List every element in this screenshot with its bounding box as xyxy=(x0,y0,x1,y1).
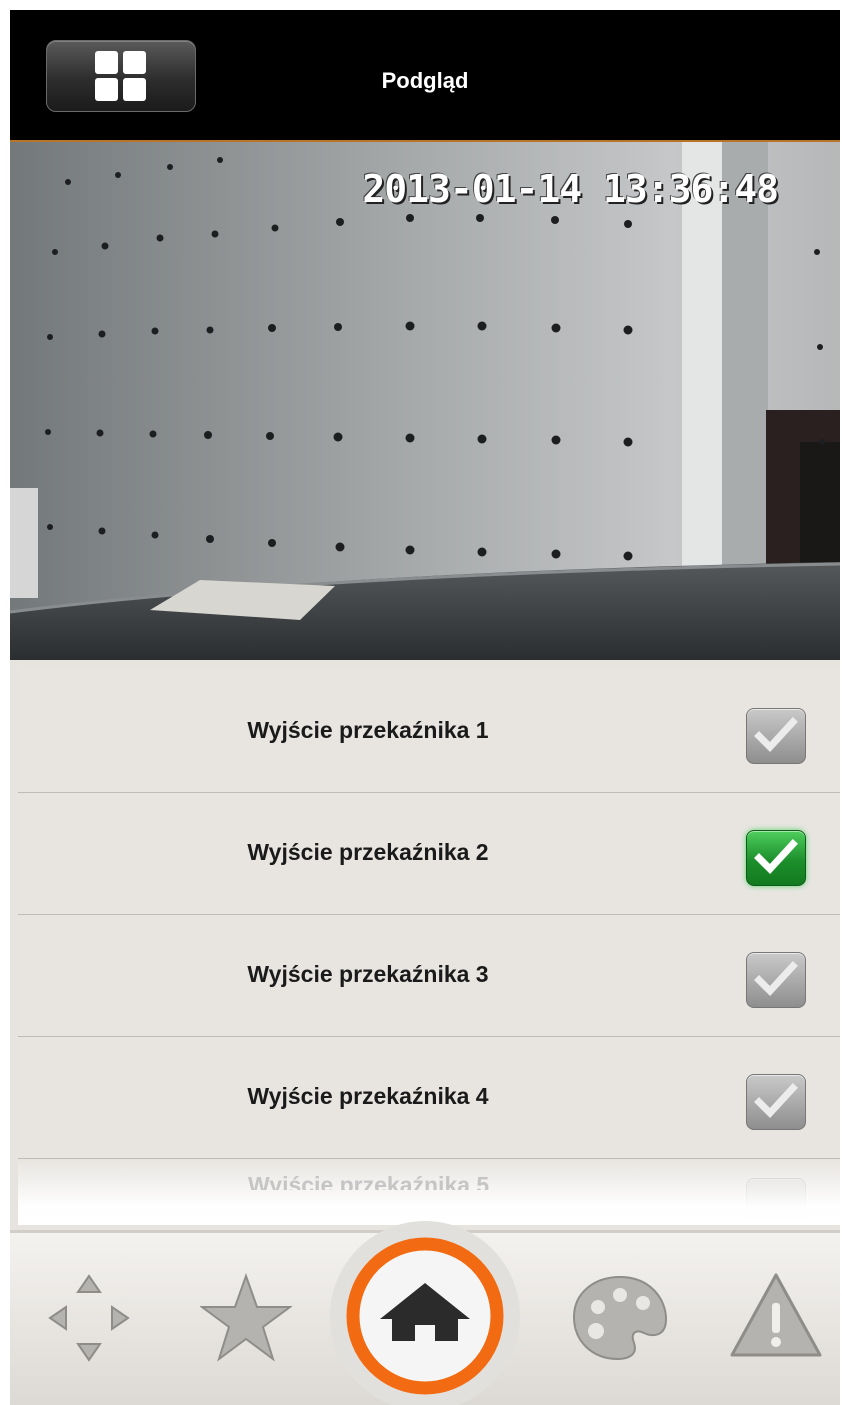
relay-label: Wyjście przekaźnika 5 xyxy=(248,1172,490,1190)
list-item[interactable]: Wyjście przekaźnika 4 xyxy=(18,1036,840,1159)
star-icon[interactable] xyxy=(200,1271,292,1363)
relay-label: Wyjście przekaźnika 3 xyxy=(247,961,489,987)
relay-label: Wyjście przekaźnika 1 xyxy=(247,717,489,743)
checkmark-icon xyxy=(754,961,798,997)
relay-list[interactable]: Wyjście przekaźnika 1 Wyjście przekaźnik… xyxy=(18,670,840,1225)
camera-timestamp: 2013-01-14 13:36:48 xyxy=(362,167,779,211)
checkmark-icon xyxy=(754,1083,798,1119)
relay-checkbox[interactable] xyxy=(746,1074,806,1130)
camera-preview[interactable]: 2013-01-14 13:36:48 xyxy=(10,140,840,660)
home-icon[interactable] xyxy=(340,1231,510,1401)
camera-image xyxy=(10,142,840,660)
page-title: Podgląd xyxy=(381,68,469,93)
checkmark-icon xyxy=(754,839,798,875)
checkmark-icon xyxy=(754,717,798,753)
relay-checkbox[interactable] xyxy=(746,708,806,764)
warning-icon[interactable] xyxy=(728,1269,824,1361)
relay-label: Wyjście przekaźnika 4 xyxy=(247,1083,489,1109)
header-bar: Podgląd xyxy=(10,10,840,140)
palette-icon[interactable] xyxy=(570,1271,670,1363)
relay-label: Wyjście przekaźnika 2 xyxy=(247,839,489,865)
app-screen: Podgląd 2013-01-14 13:36:48 Wyjście prze… xyxy=(10,10,840,1405)
relay-checkbox[interactable] xyxy=(746,830,806,886)
list-fade-overlay xyxy=(18,1160,840,1225)
list-item[interactable]: Wyjście przekaźnika 2 xyxy=(18,792,840,915)
bottom-nav-bar xyxy=(10,1221,840,1405)
list-item[interactable]: Wyjście przekaźnika 1 xyxy=(18,670,840,793)
list-item[interactable]: Wyjście przekaźnika 3 xyxy=(18,914,840,1037)
relay-checkbox[interactable] xyxy=(746,952,806,1008)
ptz-arrows-icon[interactable] xyxy=(44,1268,134,1368)
